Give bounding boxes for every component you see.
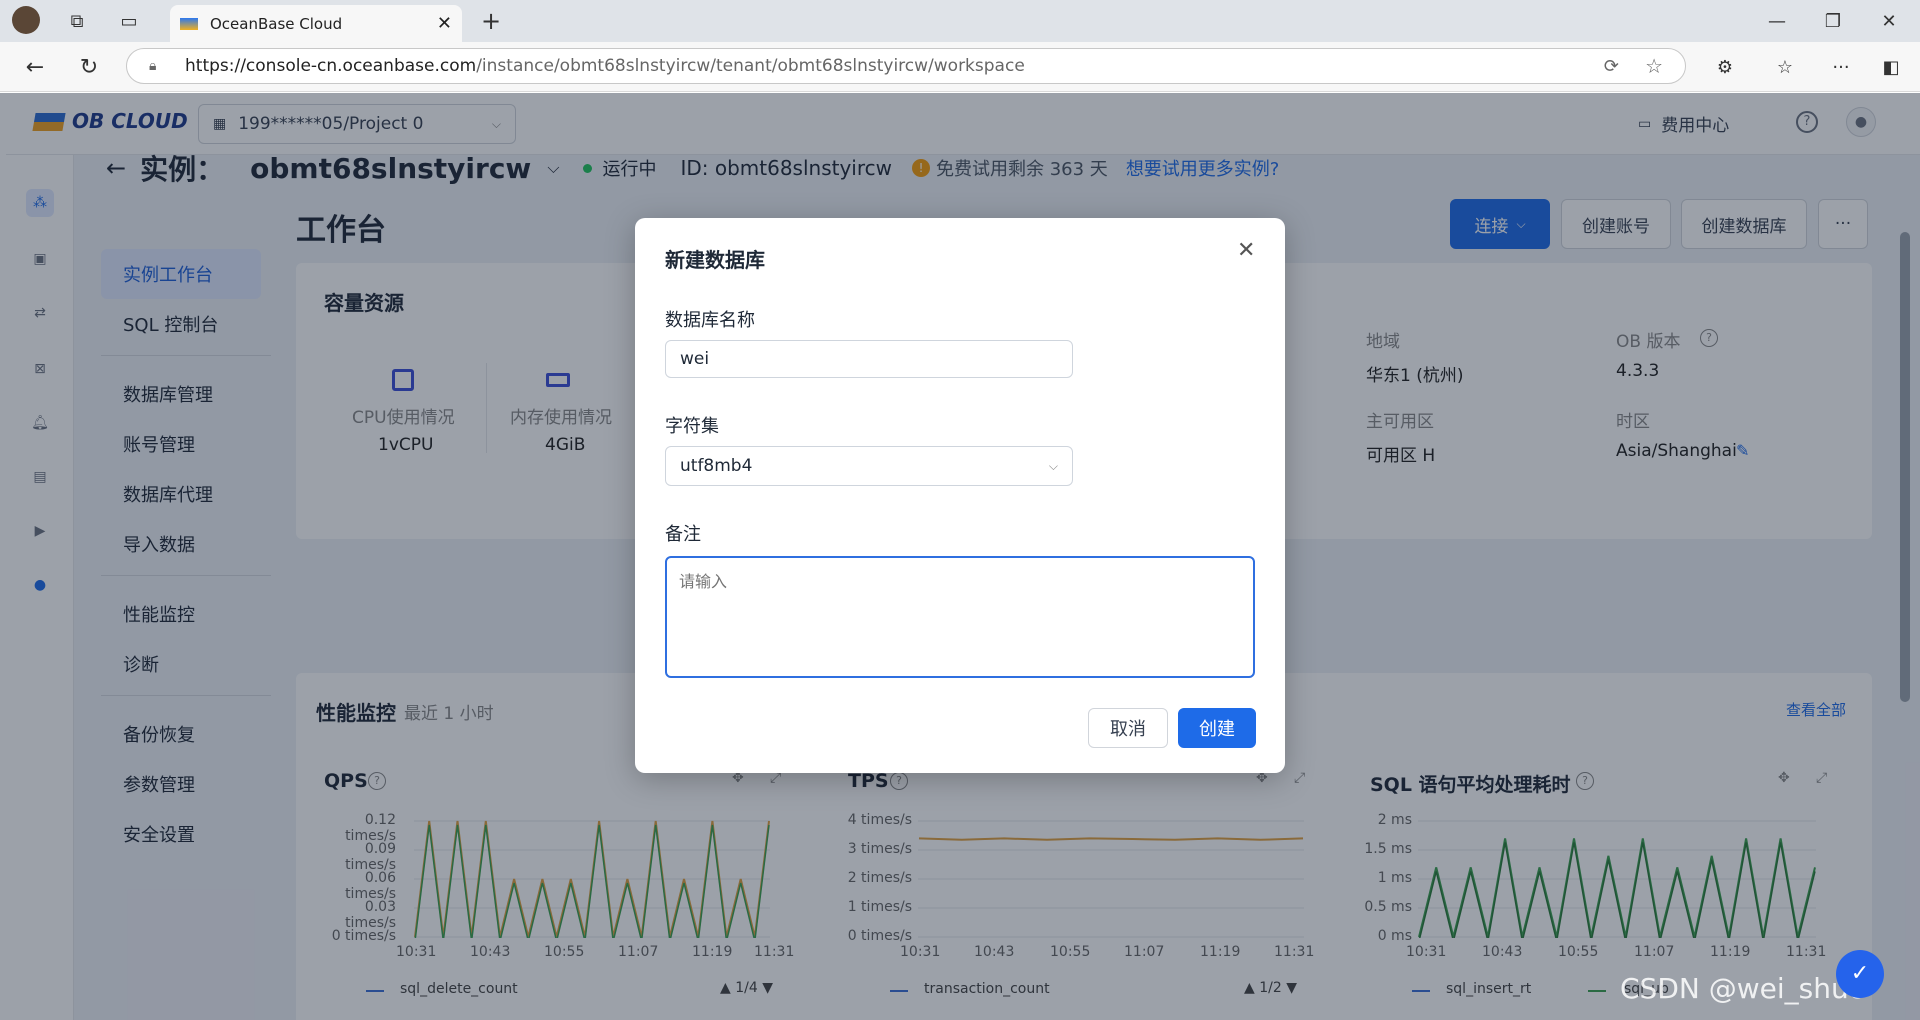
- site-favicon-icon: [180, 17, 198, 30]
- tab-close-icon[interactable]: ✕: [437, 13, 452, 34]
- charset-select[interactable]: utf8mb4 ⌵: [665, 446, 1073, 486]
- browser-tab[interactable]: OceanBase Cloud ✕: [170, 5, 462, 42]
- charset-label: 字符集: [665, 416, 719, 437]
- db-name-input[interactable]: wei: [665, 340, 1073, 378]
- browser-address-bar: ← ↻ 🔒︎ https://console-cn.oceanbase.com /…: [0, 42, 1920, 92]
- url-field[interactable]: 🔒︎ https://console-cn.oceanbase.com/inst…: [126, 48, 1686, 84]
- url-path: /instance/obmt68slnstyircw/tenant/obmt68…: [476, 56, 1025, 76]
- more-icon[interactable]: ···: [1826, 52, 1856, 82]
- favorite-star-icon[interactable]: ☆: [1645, 54, 1663, 78]
- modal-title: 新建数据库: [665, 248, 765, 272]
- create-button[interactable]: 创建: [1178, 708, 1256, 748]
- close-icon[interactable]: ✕: [1237, 238, 1255, 263]
- close-window-icon[interactable]: ✕: [1874, 6, 1904, 36]
- new-tab-icon[interactable]: +: [476, 6, 506, 36]
- minimize-icon[interactable]: —: [1762, 6, 1792, 36]
- charset-value: utf8mb4: [680, 456, 753, 476]
- tab-actions-icon[interactable]: ▭: [116, 8, 142, 34]
- browser-tab-strip: ⧉ ▭ OceanBase Cloud ✕ + — ❐ ✕: [0, 0, 1920, 42]
- chevron-down-icon: ⌵: [1048, 458, 1058, 473]
- refresh-icon[interactable]: ↻: [74, 52, 104, 82]
- cancel-button[interactable]: 取消: [1088, 708, 1168, 748]
- create-database-modal: 新建数据库 ✕ 数据库名称 wei 字符集 utf8mb4 ⌵ 备注 取消 创建: [635, 218, 1285, 773]
- remark-textarea[interactable]: [665, 556, 1255, 678]
- db-name-label: 数据库名称: [665, 310, 755, 331]
- restore-icon[interactable]: ❐: [1818, 6, 1848, 36]
- workspaces-icon[interactable]: ⧉: [64, 8, 90, 34]
- sidebar-toggle-icon[interactable]: ◧: [1876, 52, 1906, 82]
- extensions-icon[interactable]: ⚙: [1710, 52, 1740, 82]
- read-aloud-icon[interactable]: ⟳: [1604, 56, 1619, 77]
- watermark: CSDN @wei_shuo: [1620, 972, 1866, 1005]
- floating-assistant-icon[interactable]: ✓: [1836, 950, 1884, 998]
- profile-avatar[interactable]: [12, 6, 40, 34]
- back-icon[interactable]: ←: [20, 52, 50, 82]
- tab-title: OceanBase Cloud: [210, 14, 343, 33]
- favorites-icon[interactable]: ☆: [1770, 52, 1800, 82]
- url-host: https://console-cn.oceanbase.com: [185, 56, 477, 76]
- lock-icon: 🔒︎: [149, 58, 157, 74]
- remark-label: 备注: [665, 524, 701, 545]
